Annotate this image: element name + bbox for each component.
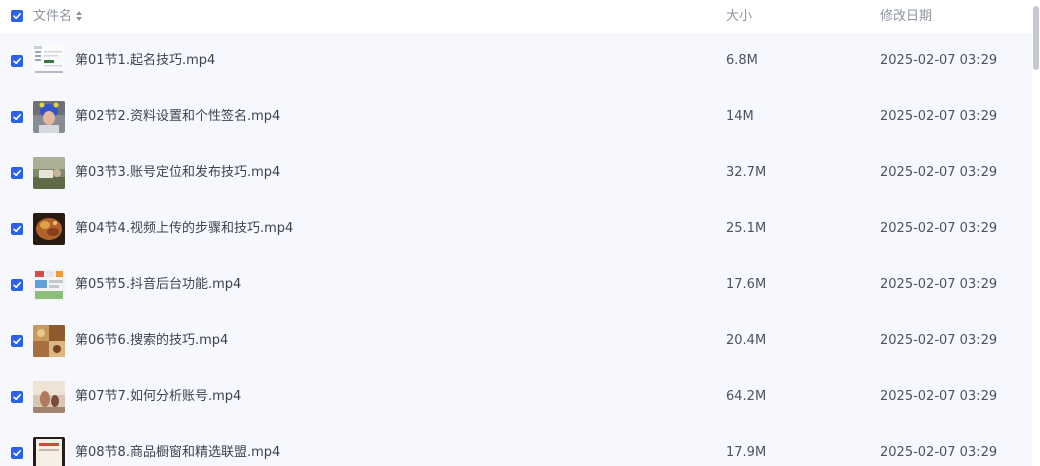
file-row[interactable]: 第02节2.资料设置和个性签名.mp4 14M 2025-02-07 03:29 xyxy=(0,89,1032,145)
column-header-name-label: 文件名 xyxy=(33,9,73,24)
check-icon xyxy=(13,226,21,233)
file-size: 14M xyxy=(726,109,754,124)
file-name[interactable]: 第01节1.起名技巧.mp4 xyxy=(75,52,215,70)
file-row[interactable]: 第06节6.搜索的技巧.mp4 20.4M 2025-02-07 03:29 xyxy=(0,313,1032,369)
file-name[interactable]: 第03节3.账号定位和发布技巧.mp4 xyxy=(75,164,280,182)
video-thumbnail[interactable] xyxy=(33,437,65,466)
file-modified-date: 2025-02-07 03:29 xyxy=(880,53,998,68)
file-row[interactable]: 第04节4.视频上传的步骤和技巧.mp4 25.1M 2025-02-07 03… xyxy=(0,201,1032,257)
file-name[interactable]: 第02节2.资料设置和个性签名.mp4 xyxy=(75,108,280,126)
file-modified-date: 2025-02-07 03:29 xyxy=(880,389,998,404)
sort-icon[interactable] xyxy=(76,11,84,21)
file-name[interactable]: 第05节5.抖音后台功能.mp4 xyxy=(75,276,241,294)
file-name[interactable]: 第04节4.视频上传的步骤和技巧.mp4 xyxy=(75,220,293,238)
check-icon xyxy=(13,114,21,121)
select-all-checkbox[interactable] xyxy=(11,10,23,22)
video-thumbnail[interactable] xyxy=(33,381,65,413)
file-modified-date: 2025-02-07 03:29 xyxy=(880,109,998,124)
file-modified-date: 2025-02-07 03:29 xyxy=(880,445,998,460)
file-name[interactable]: 第06节6.搜索的技巧.mp4 xyxy=(75,332,228,350)
file-size: 32.7M xyxy=(726,165,767,180)
check-icon xyxy=(13,58,21,65)
check-icon xyxy=(13,394,21,401)
file-size: 6.8M xyxy=(726,53,758,68)
row-checkbox[interactable] xyxy=(11,223,23,235)
row-checkbox[interactable] xyxy=(11,391,23,403)
file-list-header: 文件名 大小 修改日期 xyxy=(0,0,1032,33)
file-size: 17.9M xyxy=(726,445,767,460)
file-row[interactable]: 第01节1.起名技巧.mp4 6.8M 2025-02-07 03:29 xyxy=(0,33,1032,89)
row-checkbox[interactable] xyxy=(11,111,23,123)
file-row[interactable]: 第05节5.抖音后台功能.mp4 17.6M 2025-02-07 03:29 xyxy=(0,257,1032,313)
file-size: 64.2M xyxy=(726,389,767,404)
row-checkbox[interactable] xyxy=(11,447,23,459)
scrollbar-thumb[interactable] xyxy=(1033,6,1039,70)
video-thumbnail[interactable] xyxy=(33,157,65,189)
video-thumbnail[interactable] xyxy=(33,101,65,133)
file-name[interactable]: 第07节7.如何分析账号.mp4 xyxy=(75,388,241,406)
video-thumbnail[interactable] xyxy=(33,213,65,245)
file-modified-date: 2025-02-07 03:29 xyxy=(880,333,998,348)
video-thumbnail[interactable] xyxy=(33,269,65,301)
file-modified-date: 2025-02-07 03:29 xyxy=(880,165,998,180)
file-modified-date: 2025-02-07 03:29 xyxy=(880,277,998,292)
check-icon xyxy=(13,282,21,289)
video-thumbnail[interactable] xyxy=(33,325,65,357)
file-row[interactable]: 第08节8.商品橱窗和精选联盟.mp4 17.9M 2025-02-07 03:… xyxy=(0,425,1032,466)
check-icon xyxy=(13,450,21,457)
vertical-scrollbar[interactable] xyxy=(1032,0,1040,466)
column-header-modified[interactable]: 修改日期 xyxy=(880,8,932,26)
file-row[interactable]: 第07节7.如何分析账号.mp4 64.2M 2025-02-07 03:29 xyxy=(0,369,1032,425)
file-size: 20.4M xyxy=(726,333,767,348)
file-modified-date: 2025-02-07 03:29 xyxy=(880,221,998,236)
column-header-size[interactable]: 大小 xyxy=(726,8,752,26)
row-checkbox[interactable] xyxy=(11,335,23,347)
check-icon xyxy=(13,170,21,177)
row-checkbox[interactable] xyxy=(11,55,23,67)
check-icon xyxy=(13,338,21,345)
column-header-name[interactable]: 文件名 xyxy=(33,8,84,26)
file-size: 25.1M xyxy=(726,221,767,236)
file-list-panel: 文件名 大小 修改日期 第01节1.起名技巧.mp4 6.8M 2025-02-… xyxy=(0,0,1040,466)
video-thumbnail[interactable] xyxy=(33,45,65,77)
row-checkbox[interactable] xyxy=(11,167,23,179)
file-row[interactable]: 第03节3.账号定位和发布技巧.mp4 32.7M 2025-02-07 03:… xyxy=(0,145,1032,201)
file-name[interactable]: 第08节8.商品橱窗和精选联盟.mp4 xyxy=(75,444,280,462)
file-size: 17.6M xyxy=(726,277,767,292)
row-checkbox[interactable] xyxy=(11,279,23,291)
file-list: 文件名 大小 修改日期 第01节1.起名技巧.mp4 6.8M 2025-02-… xyxy=(0,0,1032,466)
check-icon xyxy=(13,13,21,20)
